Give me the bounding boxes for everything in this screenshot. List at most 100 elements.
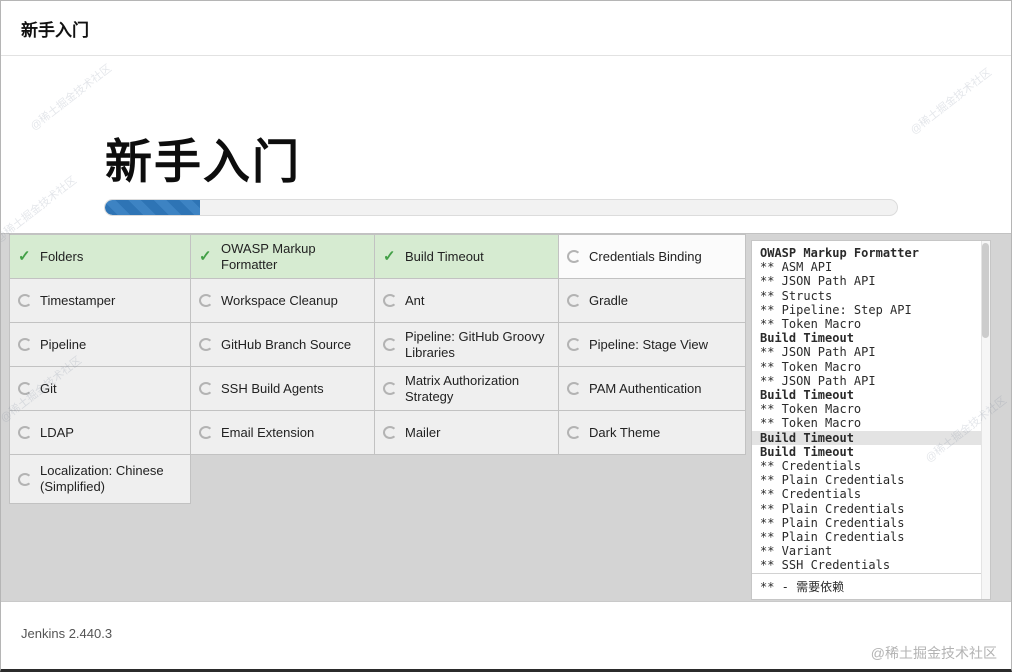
jenkins-setup-wizard-window: @稀土掘金技术社区 @稀土掘金技术社区 @稀土掘金技术社区 @稀土掘金技术社区 … [0, 0, 1012, 672]
log-line: ** Token Macro [760, 402, 862, 417]
plugin-column-2: ✓ OWASP Markup Formatter Workspace Cleanup… [190, 234, 375, 504]
log-line: ** Plain Credentials [760, 515, 905, 530]
plugin-cell-pipeline: Pipeline [9, 322, 191, 367]
log-lines: OWASP Markup Formatter ** ASM API ** JSON … [752, 241, 990, 573]
progress-fill [105, 200, 201, 215]
spinner-icon [18, 472, 32, 486]
plugin-cell-email-extension: Email Extension [190, 410, 375, 455]
plugin-cell-pam-authentication: PAM Authentication [558, 366, 746, 411]
log-line: ** Plain Credentials [760, 530, 905, 545]
jenkins-version-label: Jenkins 2.440.3 [21, 626, 113, 641]
plugin-label: Matrix Authorization Strategy [405, 372, 520, 404]
watermark-credit: @稀土掘金技术社区 [870, 645, 997, 661]
spinner-icon [199, 426, 213, 439]
plugin-column-1: ✓ Folders Timestamper Pipeline Git LDAP Locali… [9, 234, 191, 504]
spinner-icon [567, 294, 581, 307]
log-line: OWASP Markup Formatter [760, 246, 919, 260]
plugin-label: GitHub Branch Source [221, 336, 352, 352]
plugin-cell-pipeline-stage-view: Pipeline: Stage View [558, 322, 746, 367]
log-scrollbar-thumb[interactable] [982, 243, 989, 338]
log-line: Build Timeout [760, 444, 854, 459]
log-line: ** Structs [760, 288, 833, 303]
plugin-cell-localization-chinese-simplified: Localization: Chinese (Simplified) [9, 454, 191, 504]
plugin-cell-build-timeout: ✓ Build Timeout [374, 234, 559, 279]
log-line: ** Credentials [760, 487, 862, 502]
footer-bar: Jenkins 2.440.3 [1, 601, 1011, 669]
plugin-label: Localization: Chinese (Simplified) [40, 463, 164, 494]
log-line: ** JSON Path API [760, 345, 876, 360]
plugin-label: Pipeline: Stage View [589, 336, 709, 352]
plugin-label: Build Timeout [405, 248, 484, 264]
spinner-icon [567, 426, 581, 439]
plugin-label: LDAP [40, 424, 74, 440]
plugin-cell-timestamper: Timestamper [9, 278, 191, 323]
log-line: ** JSON Path API [760, 373, 876, 388]
plugin-cell-ldap: LDAP [9, 410, 191, 455]
spinner-icon [18, 294, 32, 307]
plugin-cell-gradle: Gradle [558, 278, 746, 323]
plugin-cell-credentials-binding: Credentials Binding [558, 234, 746, 279]
plugin-label: Credentials Binding [589, 248, 702, 264]
window-title: 新手入门 [21, 20, 89, 40]
log-line: ** Token Macro [760, 317, 862, 332]
plugin-cell-pipeline-github-groovy-libraries: Pipeline: GitHub Groovy Libraries [374, 322, 559, 367]
check-icon: ✓ [383, 247, 396, 265]
plugin-label: OWASP Markup Formatter [221, 240, 316, 272]
log-line: ** SSH Credentials [760, 558, 891, 573]
plugin-cell-owasp-markup-formatter: ✓ OWASP Markup Formatter [190, 234, 375, 279]
log-line: ** Token Macro [760, 416, 862, 431]
log-line: ** Token Macro [760, 359, 862, 374]
plugin-label: Gradle [589, 292, 629, 308]
plugin-label: Folders [40, 248, 84, 264]
plugin-cell-matrix-authorization-strategy: Matrix Authorization Strategy [374, 366, 559, 411]
log-line: ** Variant [760, 544, 833, 559]
install-log-panel: OWASP Markup Formatter ** ASM API ** JSON … [751, 240, 991, 600]
spinner-icon [567, 250, 581, 263]
install-progress-bar [104, 199, 898, 216]
plugin-cell-ssh-build-agents: SSH Build Agents [190, 366, 375, 411]
plugin-label: Timestamper [40, 292, 116, 308]
spinner-icon [18, 338, 32, 351]
page-title: 新手入门 [105, 135, 301, 188]
log-line: ** Pipeline: Step API [760, 302, 912, 317]
plugin-cell-github-branch-source: GitHub Branch Source [190, 322, 375, 367]
spinner-icon [199, 294, 213, 307]
plugin-column-4: Credentials Binding Gradle Pipeline: Stage… [558, 234, 746, 504]
plugin-label: Dark Theme [589, 424, 661, 440]
spinner-icon [383, 338, 397, 351]
top-bar: 新手入门 [1, 1, 1011, 56]
check-icon: ✓ [18, 247, 31, 265]
plugin-label: Pipeline: GitHub Groovy Libraries [405, 328, 545, 360]
plugin-cell-workspace-cleanup: Workspace Cleanup [190, 278, 375, 323]
spinner-icon [18, 382, 32, 395]
plugin-label: PAM Authentication [589, 380, 702, 396]
log-legend: ** - 需要依赖 [752, 573, 990, 599]
log-line: ** Plain Credentials [760, 473, 905, 488]
getting-started-panel: 新手入门 [1, 57, 1011, 233]
spinner-icon [567, 382, 581, 395]
log-scrollbar[interactable] [981, 241, 990, 599]
plugin-label: Mailer [405, 424, 441, 440]
spinner-icon [199, 338, 213, 351]
plugin-column-3: ✓ Build Timeout Ant Pipeline: GitHub Groovy… [374, 234, 559, 504]
log-line: ** Plain Credentials [760, 501, 905, 516]
plugin-cell-ant: Ant [374, 278, 559, 323]
log-line: ** ASM API [760, 260, 833, 275]
plugin-label: Pipeline [40, 336, 87, 352]
plugin-cell-folders: ✓ Folders [9, 234, 191, 279]
plugin-cell-dark-theme: Dark Theme [558, 410, 746, 455]
log-line: Build Timeout [760, 331, 854, 346]
log-line: Build Timeout [752, 430, 990, 445]
spinner-icon [383, 294, 397, 307]
plugin-cell-mailer: Mailer [374, 410, 559, 455]
spinner-icon [18, 426, 32, 439]
plugin-label: Git [40, 380, 57, 396]
plugin-label: Workspace Cleanup [221, 292, 338, 308]
spinner-icon [383, 426, 397, 439]
plugin-label: Ant [405, 292, 425, 308]
log-line: Build Timeout [760, 388, 854, 403]
plugin-label: SSH Build Agents [221, 380, 324, 396]
spinner-icon [567, 338, 581, 351]
log-line: ** JSON Path API [760, 274, 876, 289]
plugin-label: Email Extension [221, 424, 315, 440]
